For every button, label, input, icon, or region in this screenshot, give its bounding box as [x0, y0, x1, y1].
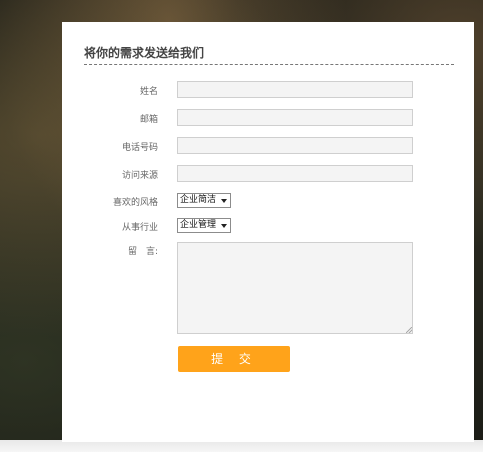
style-select-value: 企业简洁	[180, 195, 217, 205]
industry-select-value: 企业管理	[180, 220, 217, 230]
name-input[interactable]	[177, 81, 413, 98]
dropdown-arrow-icon	[221, 224, 228, 228]
contact-form-panel: 将你的需求发送给我们 姓名 邮箱 电话号码 访问来源 喜欢的风格 企业简洁 从事…	[62, 22, 474, 442]
message-label: 留 言:	[127, 247, 158, 257]
resize-grip-icon[interactable]	[406, 327, 412, 333]
industry-label: 从事行业	[121, 223, 158, 233]
source-input[interactable]	[177, 165, 413, 182]
style-label: 喜欢的风格	[112, 198, 158, 208]
style-select[interactable]: 企业简洁	[177, 193, 232, 208]
title-divider	[84, 64, 454, 65]
message-textarea[interactable]	[177, 242, 413, 334]
name-label: 姓名	[139, 87, 158, 97]
phone-label: 电话号码	[121, 143, 158, 153]
phone-input[interactable]	[177, 137, 413, 154]
form-title: 将你的需求发送给我们	[84, 46, 205, 60]
source-label: 访问来源	[121, 171, 158, 181]
email-input[interactable]	[177, 109, 413, 126]
industry-select[interactable]: 企业管理	[177, 218, 232, 233]
submit-button[interactable]: 提 交	[178, 346, 290, 372]
email-label: 邮箱	[139, 115, 158, 125]
dropdown-arrow-icon	[221, 199, 228, 203]
